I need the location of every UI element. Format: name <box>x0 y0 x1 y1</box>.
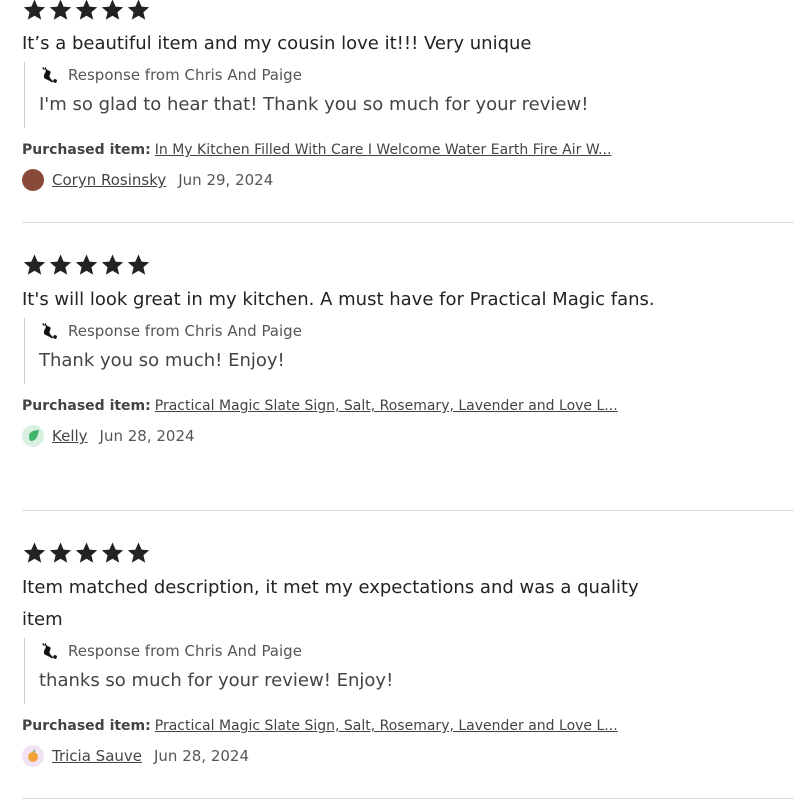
avatar[interactable] <box>22 169 44 191</box>
divider <box>22 510 794 511</box>
divider <box>22 798 794 799</box>
star-icon <box>100 541 125 565</box>
shop-avatar-icon <box>39 64 61 86</box>
purchased-label: Purchased item: <box>22 398 151 414</box>
avatar[interactable] <box>22 425 44 447</box>
divider <box>22 222 794 223</box>
reviewer-name-link[interactable]: Tricia Sauve <box>52 747 142 765</box>
star-icon <box>100 0 125 22</box>
purchased-item: Purchased item: Practical Magic Slate Sig… <box>22 716 794 736</box>
star-rating <box>22 0 794 22</box>
reviewer-info: Tricia Sauve Jun 28, 2024 <box>22 744 794 768</box>
response-label: Response from Chris And Paige <box>68 66 302 84</box>
purchased-item-link[interactable]: Practical Magic Slate Sign, Salt, Rosema… <box>155 398 618 414</box>
review-date: Jun 28, 2024 <box>154 747 250 765</box>
review-item: It’s a beautiful item and my cousin love… <box>22 0 794 192</box>
reviewer-name-link[interactable]: Coryn Rosinsky <box>52 171 166 189</box>
purchased-item-link[interactable]: Practical Magic Slate Sign, Salt, Rosema… <box>155 718 618 734</box>
star-icon <box>126 253 151 277</box>
review-date: Jun 29, 2024 <box>178 171 274 189</box>
star-icon <box>48 541 73 565</box>
star-rating <box>22 253 794 277</box>
star-icon <box>48 0 73 22</box>
reviewer-info: Kelly Jun 28, 2024 <box>22 424 794 448</box>
seller-response: Response from Chris And Paige thanks so … <box>24 638 794 704</box>
reviewer-name-link[interactable]: Kelly <box>52 427 88 445</box>
star-icon <box>74 0 99 22</box>
response-label: Response from Chris And Paige <box>68 322 302 340</box>
purchased-item: Purchased item: In My Kitchen Filled With… <box>22 140 794 160</box>
star-icon <box>126 0 151 22</box>
star-icon <box>22 0 47 22</box>
response-label: Response from Chris And Paige <box>68 642 302 660</box>
leaf-icon <box>29 430 39 441</box>
star-icon <box>126 541 151 565</box>
purchased-label: Purchased item: <box>22 718 151 734</box>
response-text: thanks so much for your review! Enjoy! <box>39 670 394 691</box>
fruit-icon <box>28 749 38 762</box>
response-text: Thank you so much! Enjoy! <box>39 350 285 371</box>
reviewer-info: Coryn Rosinsky Jun 29, 2024 <box>22 168 794 192</box>
purchased-label: Purchased item: <box>22 142 151 158</box>
purchased-item-link[interactable]: In My Kitchen Filled With Care I Welcome… <box>155 142 612 158</box>
star-rating <box>22 541 794 565</box>
shop-avatar-icon <box>39 320 61 342</box>
star-icon <box>48 253 73 277</box>
star-icon <box>22 253 47 277</box>
review-item: It's will look great in my kitchen. A mu… <box>22 253 794 448</box>
seller-response: Response from Chris And Paige Thank you … <box>24 318 794 384</box>
review-text: It’s a beautiful item and my cousin love… <box>22 33 532 54</box>
star-icon <box>74 541 99 565</box>
response-text: I'm so glad to hear that! Thank you so m… <box>39 94 589 115</box>
avatar[interactable] <box>22 745 44 767</box>
seller-response: Response from Chris And Paige I'm so gla… <box>24 62 794 128</box>
review-text: It's will look great in my kitchen. A mu… <box>22 289 655 310</box>
review-date: Jun 28, 2024 <box>99 427 195 445</box>
purchased-item: Purchased item: Practical Magic Slate Sig… <box>22 396 794 416</box>
star-icon <box>74 253 99 277</box>
review-item: Item matched description, it met my expe… <box>22 541 794 768</box>
star-icon <box>100 253 125 277</box>
shop-avatar-icon <box>39 640 61 662</box>
review-text: Item matched description, it met my expe… <box>22 577 639 630</box>
star-icon <box>22 541 47 565</box>
